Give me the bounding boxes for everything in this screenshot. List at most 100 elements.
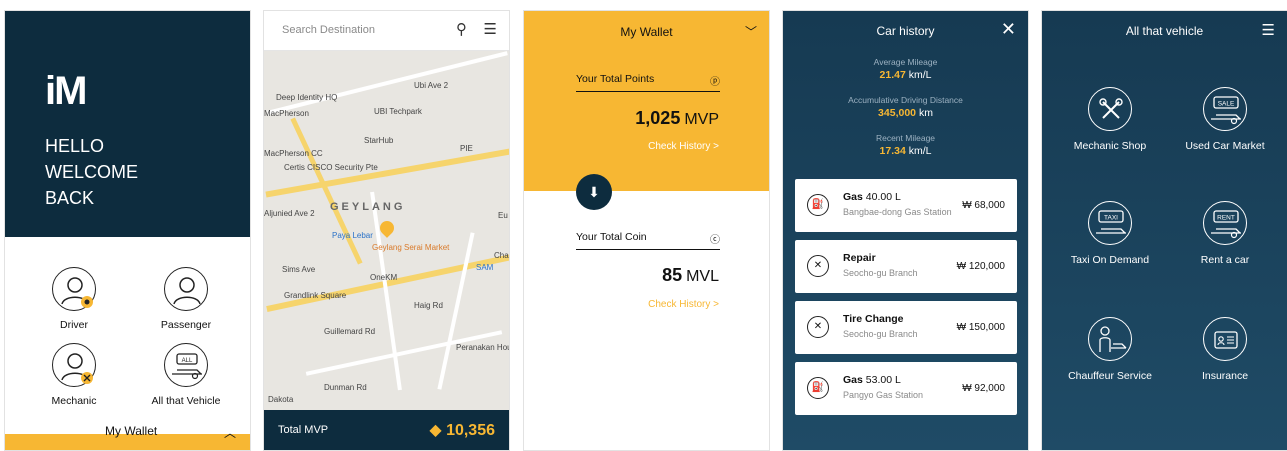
menu-icon[interactable]: ☰ <box>1262 21 1275 39</box>
points-label: Your Total Points <box>576 73 655 85</box>
taxi-badge-text: TAXI <box>1104 215 1118 222</box>
map-label: Certis CISCO Security Pte <box>284 163 378 172</box>
stat-recent-mileage: Recent Mileage 17.34 km/L <box>783 133 1028 157</box>
role-mechanic-button[interactable]: Mechanic <box>19 343 129 407</box>
record-title: Repair <box>843 252 876 264</box>
check-history-link[interactable]: Check History > <box>648 141 719 152</box>
wallet-label: My Wallet <box>105 424 158 438</box>
stat-number: 21.47 <box>879 69 906 81</box>
role-label: Mechanic <box>51 395 97 407</box>
taxi-icon: TAXI <box>1088 201 1132 245</box>
stat-value: 17.34 km/L <box>783 145 1028 157</box>
my-wallet-toggle[interactable]: My Wallet ︿ <box>5 418 250 450</box>
history-card[interactable]: ⛽ Gas 53.00 L Pangyo Gas Station ₩ 92,00… <box>795 362 1017 415</box>
rent-a-car-button[interactable]: RENT Rent a car <box>1167 201 1283 266</box>
all-vehicle-title: All that vehicle <box>1125 24 1204 38</box>
points-label-row: Your Total Points ⓟ <box>576 73 720 92</box>
record-type: Repair <box>843 252 876 264</box>
wrench-icon: ✕ <box>807 316 829 338</box>
record-title: Gas 40.00 L <box>843 191 901 203</box>
stat-unit: km/L <box>908 69 932 81</box>
all-vehicle-icon: ALL <box>164 343 208 387</box>
coin-amount: 85 MVL <box>662 265 719 286</box>
all-vehicle-screen: All that vehicle ☰ Mechanic Shop SALE Us… <box>1041 10 1287 451</box>
close-icon[interactable]: ✕ <box>1001 19 1016 40</box>
item-label: Rent a car <box>1200 254 1250 266</box>
welcome-screen: iM HELLO WELCOME BACK Driver Passenger M… <box>4 10 251 451</box>
stat-label: Average Mileage <box>873 57 938 67</box>
arrow-down-icon[interactable]: ⬇ <box>576 174 612 210</box>
search-input[interactable]: Search Destination <box>282 24 375 36</box>
app-logo: iM <box>45 69 87 113</box>
search-bar[interactable]: Search Destination ⚲ ☰ <box>264 11 509 51</box>
points-amount: 1,025 MVP <box>635 108 719 129</box>
stat-label: Recent Mileage <box>875 133 936 143</box>
stat-label: Accumulative Driving Distance <box>848 95 963 105</box>
role-driver-button[interactable]: Driver <box>19 267 129 331</box>
car-history-screen: Car history ✕ Average Mileage 21.47 km/L… <box>782 10 1029 451</box>
chevron-down-icon[interactable]: ﹀ <box>745 23 757 40</box>
map-label: Deep Identity HQ <box>276 93 338 102</box>
item-label: Taxi On Demand <box>1070 254 1150 266</box>
all-badge-text: ALL <box>182 358 193 364</box>
record-price: ₩ 120,000 <box>956 261 1005 272</box>
map-label: Dakota <box>268 395 294 404</box>
welcome-line: HELLO <box>45 136 105 156</box>
coin-icon: ⓒ <box>710 235 720 246</box>
record-type: Gas <box>843 374 863 386</box>
item-label: Used Car Market <box>1185 140 1265 152</box>
record-type: Tire Change <box>843 313 904 325</box>
map-label: Aljunied Ave 2 <box>264 209 315 218</box>
gas-pump-icon: ⛽ <box>807 194 829 216</box>
sale-badge-text: SALE <box>1218 101 1235 108</box>
stat-value: 345,000 km <box>783 107 1028 119</box>
rent-badge-text: RENT <box>1217 215 1235 222</box>
wallet-screen: My Wallet ﹀ Your Total Points ⓟ 1,025 MVP… <box>523 10 770 451</box>
stat-average-mileage: Average Mileage 21.47 km/L <box>783 57 1028 81</box>
check-history-link[interactable]: Check History > <box>648 299 719 310</box>
map-label: SAM <box>476 263 494 272</box>
welcome-line: WELCOME <box>45 162 139 182</box>
map-label: GEYLANG <box>330 201 406 213</box>
driver-icon <box>52 267 96 311</box>
history-card[interactable]: ⛽ Gas 40.00 L Bangbae-dong Gas Station ₩… <box>795 179 1017 232</box>
taxi-on-demand-button[interactable]: TAXI Taxi On Demand <box>1052 201 1168 266</box>
role-grid: Driver Passenger Mechanic ALL All that V… <box>5 237 250 433</box>
record-title: Gas 53.00 L <box>843 374 901 386</box>
map-label: Haig Rd <box>414 301 443 310</box>
mechanic-icon <box>52 343 96 387</box>
role-passenger-button[interactable]: Passenger <box>131 267 241 331</box>
history-card[interactable]: ✕ Tire Change Seocho-gu Branch ₩ 150,000 <box>795 301 1017 354</box>
map-view[interactable]: Ubi Ave 2 Deep Identity HQ MacPherson UB… <box>264 51 509 411</box>
mechanic-shop-button[interactable]: Mechanic Shop <box>1052 87 1168 152</box>
coin-unit: MVL <box>686 268 719 285</box>
welcome-line: BACK <box>45 188 95 208</box>
map-screen: Search Destination ⚲ ☰ Ubi Ave 2 Deep Id… <box>263 10 510 451</box>
role-all-vehicle-button[interactable]: ALL All that Vehicle <box>131 343 241 407</box>
map-label: Guillemard Rd <box>324 327 376 336</box>
used-car-market-button[interactable]: SALE Used Car Market <box>1167 87 1283 152</box>
points-unit: MVP <box>684 111 719 128</box>
coin-label-row: Your Total Coin ⓒ <box>576 231 720 250</box>
chevron-up-icon: ︿ <box>223 426 236 440</box>
total-label: Total MVP <box>278 424 329 436</box>
record-price: ₩ 68,000 <box>962 200 1005 211</box>
record-type: Gas <box>843 191 863 203</box>
map-label: MacPherson CC <box>264 149 323 158</box>
car-history-title: Car history <box>876 24 935 38</box>
rent-car-icon: RENT <box>1203 201 1247 245</box>
insurance-button[interactable]: Insurance <box>1167 317 1283 382</box>
map-label: Ubi Ave 2 <box>414 81 449 90</box>
history-card[interactable]: ✕ Repair Seocho-gu Branch ₩ 120,000 <box>795 240 1017 293</box>
item-label: Insurance <box>1201 370 1249 382</box>
record-location: Seocho-gu Branch <box>843 268 918 278</box>
chauffeur-icon <box>1088 317 1132 361</box>
menu-icon[interactable]: ☰ <box>484 20 497 38</box>
points-value: 1,025 <box>635 108 681 128</box>
chauffeur-service-button[interactable]: Chauffeur Service <box>1052 317 1168 382</box>
search-icon[interactable]: ⚲ <box>456 20 467 38</box>
stat-number: 17.34 <box>879 145 906 157</box>
map-label: Paya Lebar <box>332 231 373 240</box>
points-icon: ⓟ <box>710 77 720 88</box>
record-price: ₩ 150,000 <box>956 322 1005 333</box>
